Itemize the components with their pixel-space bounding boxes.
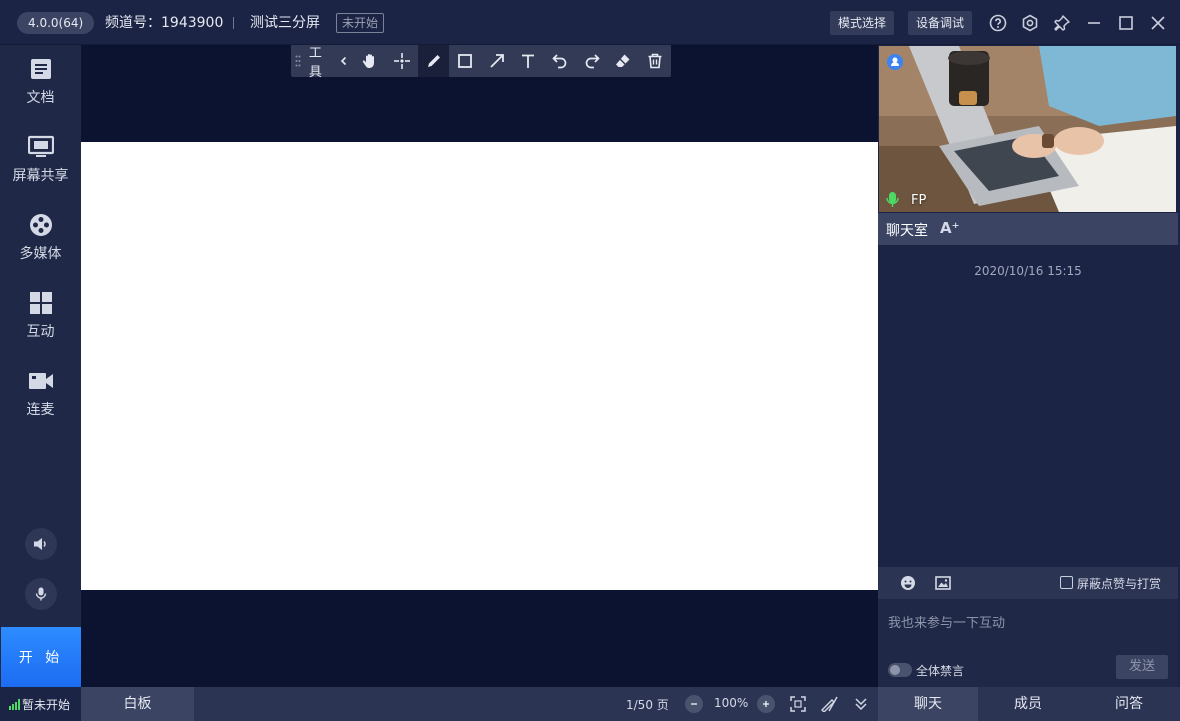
pen-icon bbox=[427, 55, 440, 67]
sidebar-item-screen-share[interactable]: 屏幕共享 bbox=[0, 123, 81, 193]
chat-input[interactable] bbox=[888, 612, 1168, 634]
video-camera-icon bbox=[28, 373, 53, 389]
minus-icon bbox=[691, 703, 697, 705]
hand-icon bbox=[363, 54, 375, 68]
channel-number: 频道号：1943900 bbox=[105, 15, 224, 31]
minimize-icon[interactable] bbox=[1083, 12, 1105, 34]
rectangle-tool-button[interactable] bbox=[449, 45, 481, 77]
top-bar: 4.0.0(64) 频道号：1943900 测试三分屏 未开始 模式选择 设备调… bbox=[0, 0, 1180, 45]
settings-icon[interactable] bbox=[1019, 12, 1041, 34]
page-indicator: 1/50 页 bbox=[626, 698, 669, 712]
signal-icon bbox=[9, 698, 20, 710]
sidebar-item-label: 多媒体 bbox=[19, 246, 62, 262]
mute-all-toggle[interactable] bbox=[888, 663, 912, 677]
block-likes-checkbox[interactable] bbox=[1060, 576, 1073, 589]
right-panel: FP 聊天室 A⁺ 2020/10/16 15:15 屏蔽点赞与打赏 全体禁言 … bbox=[878, 45, 1180, 687]
start-button[interactable]: 开 始 bbox=[1, 627, 81, 687]
chat-input-area: 全体禁言 发送 bbox=[878, 599, 1178, 687]
camera-video[interactable]: FP bbox=[879, 46, 1176, 212]
sidebar-item-interaction[interactable]: 互动 bbox=[0, 279, 81, 349]
chat-title: 聊天室 bbox=[886, 223, 928, 239]
undo-icon bbox=[552, 54, 567, 69]
text-tool-button[interactable] bbox=[513, 45, 545, 77]
plus-icon bbox=[763, 701, 769, 707]
speaker-button[interactable] bbox=[25, 528, 57, 560]
drag-handle-icon[interactable] bbox=[291, 45, 305, 77]
whiteboard-stage: 工具 bbox=[81, 45, 878, 687]
close-icon[interactable] bbox=[1147, 12, 1169, 34]
redo-button[interactable] bbox=[576, 45, 608, 77]
eraser-tool-button[interactable] bbox=[608, 45, 640, 77]
microphone-icon bbox=[35, 587, 47, 601]
whiteboard-canvas[interactable] bbox=[81, 142, 878, 590]
help-icon[interactable] bbox=[987, 12, 1009, 34]
hand-tool-button[interactable] bbox=[354, 45, 386, 77]
font-size-toggle[interactable]: A⁺ bbox=[940, 219, 960, 237]
redo-icon bbox=[585, 54, 600, 69]
zoom-out-button[interactable] bbox=[685, 695, 703, 713]
film-reel-icon bbox=[29, 214, 52, 236]
rectangle-icon bbox=[458, 54, 473, 68]
drawing-toolbar: 工具 bbox=[291, 45, 671, 80]
app-window: 4.0.0(64) 频道号：1943900 测试三分屏 未开始 模式选择 设备调… bbox=[0, 0, 1180, 721]
undo-button[interactable] bbox=[544, 45, 576, 77]
mode-select-button[interactable]: 模式选择 bbox=[830, 11, 895, 35]
eraser-icon bbox=[616, 54, 630, 67]
bottom-bar: 暂未开始 白板 1/50 页 100% 聊天 成员 问答 bbox=[0, 687, 1180, 721]
tab-members[interactable]: 成员 bbox=[978, 687, 1078, 721]
chat-timestamp: 2020/10/16 15:15 bbox=[974, 264, 1082, 278]
network-status: 暂未开始 bbox=[0, 687, 81, 721]
move-tool-button[interactable] bbox=[386, 45, 418, 77]
arrow-tool-button[interactable] bbox=[481, 45, 513, 77]
fullscreen-icon[interactable] bbox=[789, 695, 807, 713]
whiteboard-tab[interactable]: 白板 bbox=[81, 687, 194, 721]
document-icon bbox=[30, 59, 51, 79]
title-divider bbox=[233, 17, 234, 29]
collapse-toolbar-button[interactable] bbox=[335, 45, 355, 77]
sidebar-item-co-host[interactable]: 连麦 bbox=[0, 357, 81, 427]
pen-tool-button[interactable] bbox=[417, 45, 450, 77]
trash-icon bbox=[648, 53, 662, 69]
clear-button[interactable] bbox=[639, 45, 671, 77]
chat-header: 聊天室 A⁺ bbox=[878, 213, 1178, 245]
mute-all-label: 全体禁言 bbox=[916, 664, 965, 678]
move-icon bbox=[393, 53, 410, 69]
microphone-button[interactable] bbox=[25, 578, 57, 610]
speaker-icon bbox=[34, 538, 46, 550]
maximize-icon[interactable] bbox=[1115, 12, 1137, 34]
network-status-text: 暂未开始 bbox=[22, 697, 71, 712]
toolbar-label: 工具 bbox=[308, 46, 322, 80]
send-button[interactable]: 发送 bbox=[1116, 655, 1168, 679]
status-badge: 未开始 bbox=[336, 13, 385, 33]
block-likes-label: 屏蔽点赞与打赏 bbox=[1077, 577, 1162, 591]
grid-icon bbox=[29, 292, 52, 314]
device-debug-button[interactable]: 设备调试 bbox=[908, 11, 973, 35]
sidebar-item-label: 屏幕共享 bbox=[12, 168, 69, 184]
text-icon bbox=[522, 54, 535, 68]
chevron-left-icon bbox=[341, 56, 347, 66]
tab-chat[interactable]: 聊天 bbox=[878, 687, 978, 721]
arrow-icon bbox=[490, 54, 504, 68]
zoom-level: 100% bbox=[714, 696, 749, 710]
chat-tools: 屏蔽点赞与打赏 bbox=[878, 567, 1178, 599]
image-icon[interactable] bbox=[934, 574, 952, 592]
left-sidebar: 文档 屏幕共享 多媒体 互动 连麦 bbox=[0, 45, 81, 687]
zoom-in-button[interactable] bbox=[757, 695, 775, 713]
emoji-icon[interactable] bbox=[899, 574, 917, 592]
screen-share-icon bbox=[27, 135, 54, 157]
sidebar-item-multimedia[interactable]: 多媒体 bbox=[0, 201, 81, 271]
version-badge: 4.0.0(64) bbox=[17, 12, 95, 34]
pin-icon[interactable] bbox=[1051, 12, 1073, 34]
video-user-name: FP bbox=[911, 193, 927, 208]
sidebar-item-label: 文档 bbox=[26, 90, 55, 106]
sidebar-item-document[interactable]: 文档 bbox=[0, 45, 81, 115]
camera-feed-image bbox=[879, 46, 1176, 212]
sidebar-item-label: 连麦 bbox=[26, 402, 55, 418]
collapse-down-icon[interactable] bbox=[852, 695, 870, 713]
tab-qa[interactable]: 问答 bbox=[1078, 687, 1180, 721]
chat-message-list[interactable]: 2020/10/16 15:15 bbox=[878, 245, 1178, 567]
annotation-toggle-icon[interactable] bbox=[820, 695, 838, 713]
sidebar-item-label: 互动 bbox=[26, 324, 55, 340]
room-title: 测试三分屏 bbox=[250, 15, 320, 31]
